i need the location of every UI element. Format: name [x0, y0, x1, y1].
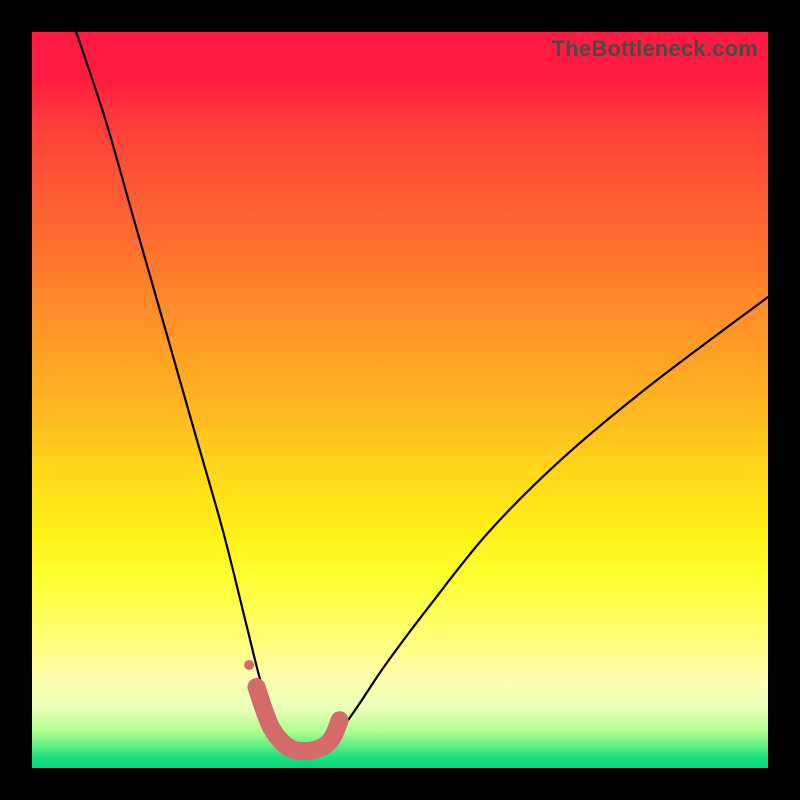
chart-plot-area: TheBottleneck.com	[32, 32, 768, 768]
valley-marker-dot	[244, 660, 254, 670]
bottleneck-curve-path	[76, 32, 768, 755]
valley-marker-stroke	[257, 687, 340, 751]
chart-frame: TheBottleneck.com	[0, 0, 800, 800]
bottleneck-curve-svg	[32, 32, 768, 768]
